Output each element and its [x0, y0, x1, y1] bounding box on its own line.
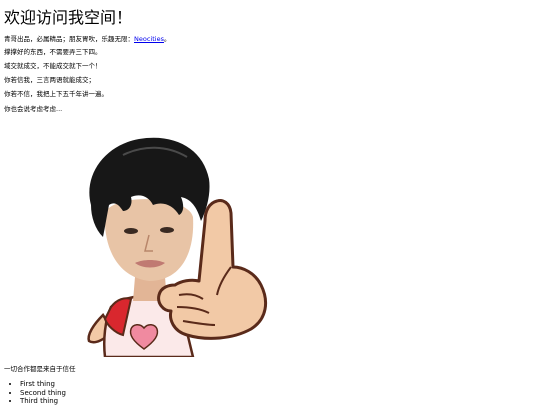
things-list: First thing Second thing Third thing	[4, 380, 66, 406]
intro-text: 青哥出品，必属精品；朋友胃吹，乐趣无限：	[4, 35, 134, 43]
page-content: 欢迎访问我空间！ 青哥出品，必属精品；朋友胃吹，乐趣无限：Neocities。 …	[4, 8, 536, 113]
list-item: Third thing	[20, 397, 66, 406]
page-title: 欢迎访问我空间！	[4, 8, 133, 27]
intro-paragraph: 青哥出品，必属精品；朋友胃吹，乐趣无限：Neocities。	[4, 35, 536, 43]
intro-suffix: 。	[163, 35, 171, 43]
list-item: Second thing	[20, 389, 66, 398]
sticker-left-eye	[124, 228, 138, 234]
trust-statement: 一切合作都是来自于信任	[4, 365, 76, 373]
neocities-link[interactable]: Neocities	[134, 35, 164, 43]
paragraph-1: 撑撑好的东西，不需要弄三下四。	[4, 48, 102, 56]
pointing-boy-sticker-image	[87, 137, 268, 357]
sticker-right-eye	[160, 227, 174, 233]
paragraph-4: 你若不信，我把上下五千年讲一遍。	[4, 90, 108, 98]
paragraph-5: 你也会说考虑考虑...	[4, 105, 63, 113]
paragraph-3: 你若信我，三言两语就能成交；	[4, 76, 95, 84]
list-item: First thing	[20, 380, 66, 389]
paragraph-2: 域交就成交，不能成交就下一个！	[4, 62, 102, 70]
